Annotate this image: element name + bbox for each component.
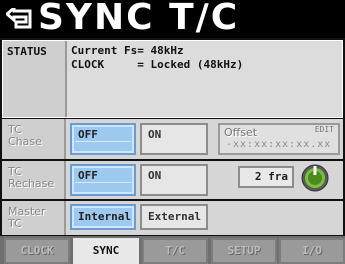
- master-tc-internal-button[interactable]: Internal: [70, 204, 136, 230]
- tc-rechase-label: TC Rechase: [2, 161, 66, 199]
- tc-rechase-on-button[interactable]: ON: [140, 164, 208, 196]
- offset-label: Offset: [224, 126, 258, 139]
- title-bar: SYNC T/C: [0, 0, 345, 38]
- status-panel: STATUS Current Fs= 48kHz CLOCK = Locked (…: [2, 40, 343, 118]
- tab-io[interactable]: I/O: [279, 238, 345, 264]
- tc-chase-label: TC Chase: [2, 119, 66, 159]
- status-text: Current Fs= 48kHz CLOCK = Locked (48kHz): [71, 44, 243, 72]
- tc-chase-offset-field: Offset EDIT -xx:xx:xx:xx.xx: [218, 123, 340, 155]
- tab-clock[interactable]: CLOCK: [4, 238, 70, 264]
- master-tc-external-button[interactable]: External: [140, 204, 208, 230]
- page-title: SYNC T/C: [38, 0, 240, 38]
- rotary-knob-icon[interactable]: [300, 163, 330, 193]
- tab-setup[interactable]: SETUP: [211, 238, 277, 264]
- master-tc-label: Master TC: [2, 201, 66, 235]
- tc-rechase-off-button[interactable]: OFF: [70, 164, 136, 196]
- tc-chase-row: TC Chase OFF ON Offset EDIT -xx:xx:xx:xx.…: [2, 119, 343, 159]
- offset-edit-label: EDIT: [314, 125, 334, 134]
- tab-bar: CLOCK SYNC T/C SETUP I/O: [0, 236, 345, 264]
- tab-tc[interactable]: T/C: [142, 238, 208, 264]
- tc-chase-off-button[interactable]: OFF: [70, 123, 136, 155]
- current-fs-line: Current Fs= 48kHz: [71, 44, 184, 57]
- back-arrow-icon[interactable]: [6, 8, 32, 30]
- master-tc-row: Master TC Internal External: [2, 201, 343, 235]
- status-label: STATUS: [3, 41, 67, 117]
- offset-value: -xx:xx:xx:xx.xx: [226, 139, 332, 150]
- tc-chase-on-button[interactable]: ON: [140, 123, 208, 155]
- sync-tc-screen: SYNC T/C STATUS Current Fs= 48kHz CLOCK =…: [0, 0, 345, 264]
- tc-rechase-row: TC Rechase OFF ON 2 fra: [2, 161, 343, 199]
- tab-sync[interactable]: SYNC: [73, 238, 139, 264]
- clock-line: CLOCK = Locked (48kHz): [71, 58, 244, 71]
- rechase-frames-field[interactable]: 2 fra: [238, 166, 294, 188]
